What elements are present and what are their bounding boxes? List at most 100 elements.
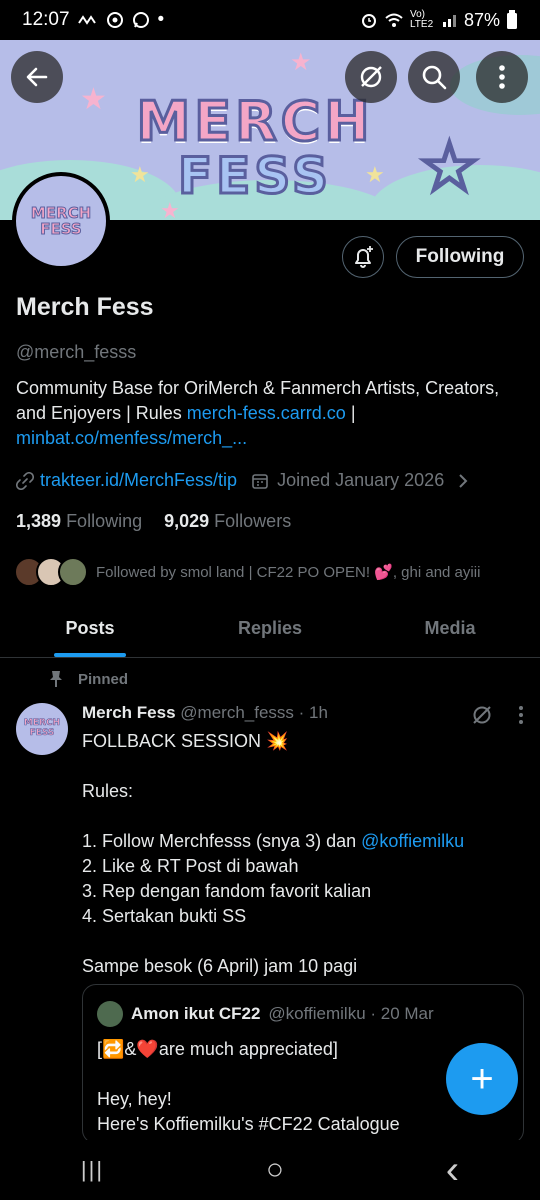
following-button[interactable]: Following — [396, 236, 524, 278]
post-line: FOLLBACK SESSION 💥 — [82, 731, 289, 751]
post-line: Sampe besok (6 April) jam 10 pagi — [82, 956, 358, 976]
post-line: 4. Sertakan bukti SS — [82, 906, 247, 926]
quote-line: [🔁&❤️are much appreciated] — [97, 1039, 338, 1059]
search-icon — [422, 65, 447, 90]
bio-link-carrd[interactable]: merch-fess.carrd.co — [187, 403, 346, 423]
pinned-label: Pinned — [78, 670, 129, 688]
bio-link-minbat[interactable]: minbat.co/menfess/merch_... — [16, 428, 247, 448]
following-count-link[interactable]: 1,389 Following — [16, 511, 142, 532]
post-spacer — [82, 804, 522, 829]
back-button[interactable] — [11, 51, 63, 103]
notification-dot: • — [157, 9, 165, 30]
quote-body: [🔁&❤️are much appreciated] Hey, hey! Here'… — [97, 1037, 507, 1137]
post-line: Rules: — [82, 781, 134, 801]
post-author-name[interactable]: Merch Fess — [82, 703, 176, 722]
post-spacer — [82, 754, 522, 779]
followers-count: 9,029 — [164, 511, 210, 531]
star-decoration: ★ — [290, 49, 312, 76]
back-nav-button[interactable]: ‹ — [446, 1148, 459, 1193]
back-arrow-icon — [26, 67, 48, 87]
tab-replies[interactable]: Replies — [180, 600, 360, 657]
tab-label: Replies — [237, 618, 303, 638]
wifi-icon — [385, 13, 403, 27]
followers-label: Followers — [214, 511, 292, 531]
target-icon — [106, 12, 123, 28]
status-right: Vo) LTE2 87% — [360, 10, 518, 31]
post-line: 3. Rep dengan fandom favorit kalian — [82, 881, 372, 901]
grok-button[interactable] — [345, 51, 397, 103]
search-button[interactable] — [408, 51, 460, 103]
profile-avatar[interactable]: MERCH FESS — [12, 172, 110, 270]
post-actions-top — [470, 703, 524, 727]
alarm-icon — [361, 14, 376, 28]
post-author-meta: @merch_fesss · 1h — [180, 703, 328, 722]
calendar-icon — [252, 473, 268, 489]
banner-logo-line2: FESS — [176, 146, 333, 207]
tab-media[interactable]: Media — [360, 600, 540, 657]
network-label: Vo) LTE2 — [409, 9, 434, 30]
system-navbar: ||| ○ ‹ — [0, 1140, 540, 1200]
clock: 12:07 — [22, 9, 70, 30]
mutual-avatar — [58, 557, 88, 587]
avatar-logo-line2: FESS — [40, 220, 82, 238]
website-link[interactable]: trakteer.id/MerchFess/tip — [40, 470, 237, 491]
followed-by[interactable]: Followed by smol land | CF22 PO OPEN! 💕,… — [14, 557, 480, 587]
banner-logo: MERCH FESS — [95, 89, 415, 207]
profile-bio: Community Base for OriMerch & Fanmerch A… — [16, 376, 526, 451]
bell-plus-icon — [355, 246, 373, 268]
mutual-avatars — [14, 557, 88, 587]
notifications-button[interactable] — [342, 236, 384, 278]
pin-icon — [50, 671, 62, 687]
more-vertical-icon[interactable] — [518, 705, 524, 725]
compose-button[interactable]: + — [446, 1043, 518, 1115]
profile-name: Merch Fess — [16, 293, 154, 321]
grok-icon — [360, 66, 382, 88]
star-charm-icon: ☆ — [417, 128, 483, 206]
message-icon — [132, 12, 149, 28]
post-header: Merch Fess @merch_fesss · 1h — [82, 703, 328, 723]
pinned-indicator: Pinned — [48, 670, 128, 688]
home-button[interactable]: ○ — [266, 1153, 284, 1187]
battery-icon — [507, 10, 517, 29]
followed-by-text: Followed by smol land | CF22 PO OPEN! 💕,… — [96, 564, 481, 581]
post-line: 1. Follow Merchfesss (snya 3) dan @koffi… — [82, 829, 522, 854]
status-left: 12:07 • — [22, 9, 164, 31]
post-author-avatar[interactable]: MERCH FESS — [16, 703, 68, 755]
tab-posts[interactable]: Posts — [0, 600, 180, 657]
followers-count-link[interactable]: 9,029 Followers — [164, 511, 291, 532]
grok-icon[interactable] — [470, 703, 494, 727]
signal-wave-icon — [77, 15, 96, 25]
avatar-logo: MERCH FESS — [30, 203, 92, 238]
chevron-right-icon[interactable] — [456, 472, 470, 490]
more-vertical-icon — [499, 65, 505, 89]
link-icon — [16, 471, 34, 490]
active-tab-indicator — [54, 653, 126, 657]
quote-line: Here's Koffiemilku's #CF22 Catalogue — [97, 1114, 400, 1134]
more-options-button[interactable] — [476, 51, 528, 103]
tab-label: Media — [424, 618, 476, 638]
following-label: Following — [66, 511, 143, 531]
quote-header: Amon ikut CF22 @koffiemilku · 20 Mar — [97, 1001, 434, 1027]
battery-label: 87% — [463, 9, 500, 30]
post-avatar-logo: MERCH FESS — [24, 718, 61, 739]
cell-signal-icon — [442, 15, 456, 27]
quote-line: Hey, hey! — [97, 1089, 172, 1109]
profile-handle: @merch_fesss — [16, 342, 137, 362]
profile-meta: trakteer.id/MerchFess/tip Joined January… — [16, 470, 470, 491]
following-count: 1,389 — [16, 511, 62, 531]
quote-author-meta: @koffiemilku · 20 Mar — [268, 1004, 434, 1023]
status-bar: 12:07 • Vo) LTE2 87% — [0, 0, 540, 40]
follow-counts: 1,389 Following 9,029 Followers — [16, 511, 291, 532]
post-avatar-logo-line2: FESS — [29, 728, 55, 738]
tab-label: Posts — [65, 618, 115, 638]
quote-author-name: Amon ikut CF22 — [131, 1004, 261, 1023]
bio-separator: | — [345, 403, 356, 423]
avatar-logo-line1: MERCH — [30, 203, 92, 222]
post-body: FOLLBACK SESSION 💥 Rules: 1. Follow Merchf… — [82, 729, 522, 979]
rule-text: 1. Follow Merchfesss (snya 3) dan — [82, 831, 362, 851]
post-line: 2. Like & RT Post di bawah — [82, 856, 299, 876]
mention-link[interactable]: @koffiemilku — [361, 831, 464, 851]
quote-author-avatar — [97, 1001, 123, 1027]
recent-apps-button[interactable]: ||| — [81, 1157, 104, 1183]
joined-date: Joined January 2026 — [277, 470, 445, 490]
